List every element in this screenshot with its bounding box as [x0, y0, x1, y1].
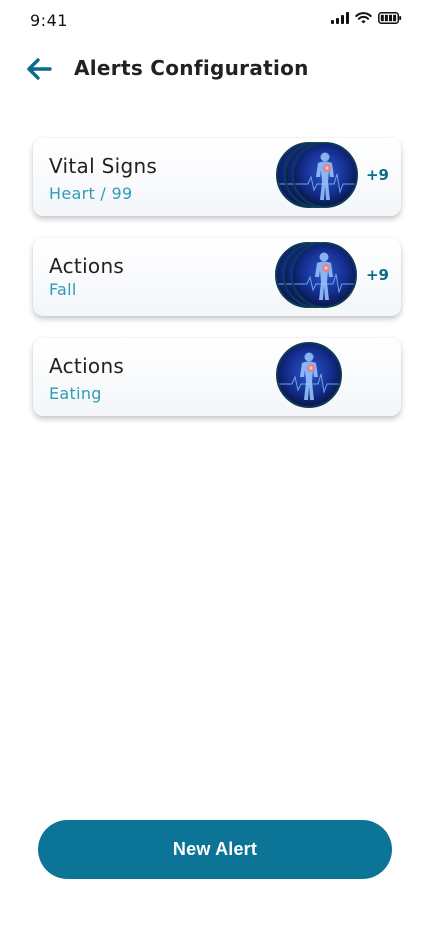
body-scan-icon	[276, 342, 342, 408]
battery-icon	[378, 12, 402, 24]
wifi-icon	[355, 12, 372, 24]
avatar-stack	[276, 142, 366, 212]
alert-card-actions-eating[interactable]: Actions Eating	[33, 338, 401, 416]
alert-subtitle: Eating	[49, 384, 102, 403]
back-button[interactable]	[24, 54, 56, 84]
arrow-left-icon	[27, 58, 52, 80]
more-count: +9	[365, 266, 389, 284]
alert-title: Actions	[49, 354, 125, 378]
status-time: 9:41	[30, 11, 68, 30]
more-count: +9	[365, 166, 389, 184]
body-scan-icon	[292, 142, 358, 208]
header: Alerts Configuration	[0, 50, 430, 90]
alert-subtitle: Heart / 99	[49, 184, 133, 203]
status-bar: 9:41	[0, 0, 430, 40]
alert-subtitle: Fall	[49, 280, 77, 299]
alert-card-actions-fall[interactable]: Actions Fall +9	[33, 238, 401, 316]
alert-card-vital-signs[interactable]: Vital Signs Heart / 99 +9	[33, 138, 401, 216]
alert-title: Vital Signs	[49, 154, 158, 178]
alert-title: Actions	[49, 254, 125, 278]
status-icons	[331, 12, 402, 24]
avatar-stack	[275, 242, 365, 312]
body-scan-icon	[291, 242, 357, 308]
new-alert-button[interactable]: New Alert	[38, 820, 392, 879]
avatar-stack	[276, 342, 366, 412]
cellular-signal-icon	[331, 12, 349, 24]
page-title: Alerts Configuration	[74, 56, 309, 80]
alert-list: Vital Signs Heart / 99 +9 Actions Fall +…	[33, 138, 401, 438]
